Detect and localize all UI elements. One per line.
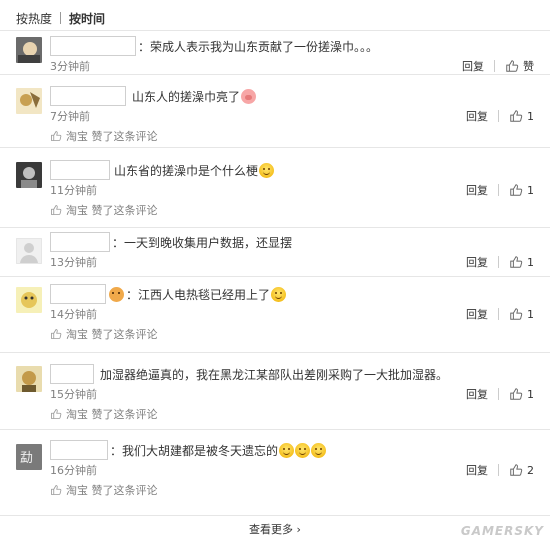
thumbs-up-small-icon — [51, 131, 62, 141]
emoji-pig-icon — [241, 88, 257, 104]
like-button[interactable]: 1 — [509, 307, 534, 321]
comment-time: 14分钟前 — [50, 308, 97, 321]
reply-button[interactable]: 回复 — [466, 254, 488, 270]
thumbs-up-icon — [506, 60, 519, 72]
comment-item: 勐 ：我们大胡建都是被冬天遗忘的 16分钟前 回复 2 淘宝 赞了这条评论 — [0, 429, 550, 515]
like-count: 2 — [527, 463, 534, 477]
emoji-smile-icon — [259, 162, 275, 178]
thumbs-up-small-icon — [51, 205, 62, 215]
emoji-smile-icon — [311, 442, 327, 458]
comment-item: ：荣成人表示我为山东贡献了一份搓澡巾。。。 3分钟前 回复 赞 — [0, 30, 550, 74]
like-count: 1 — [527, 307, 534, 321]
reply-button[interactable]: 回复 — [466, 306, 488, 322]
thumbs-up-icon — [510, 184, 523, 196]
avatar[interactable] — [16, 238, 42, 264]
comment-time: 16分钟前 — [50, 464, 97, 477]
comment-time: 15分钟前 — [50, 388, 97, 401]
reply-button[interactable]: 回复 — [466, 108, 488, 124]
comment-text: 加湿器绝逼真的，我在黑龙江某部队出差刚采购了一大批加湿器。 — [100, 367, 449, 382]
liked-by-text: 淘宝 赞了这条评论 — [66, 130, 158, 143]
liked-by: 淘宝 赞了这条评论 — [50, 128, 534, 144]
thumbs-up-small-icon — [51, 485, 62, 495]
comment-item: ：一天到晚收集用户数据，还显摆 13分钟前 回复 1 — [0, 227, 550, 276]
watermark: GAMERSKY — [460, 524, 544, 538]
liked-by: 淘宝 赞了这条评论 — [50, 202, 534, 218]
thumbs-up-icon — [510, 388, 523, 400]
username-box[interactable] — [50, 86, 126, 106]
comment-text: 山东省的搓澡巾是个什么梗 — [114, 163, 259, 178]
username-box[interactable] — [50, 440, 108, 460]
reply-button[interactable]: 回复 — [466, 462, 488, 478]
comment-item: ：江西人电热毯已经用上了 14分钟前 回复 1 淘宝 赞了这条评论 — [0, 276, 550, 352]
thumbs-up-icon — [510, 110, 523, 122]
svg-text:勐: 勐 — [20, 451, 33, 466]
avatar[interactable] — [16, 88, 42, 114]
like-count: 1 — [527, 183, 534, 197]
avatar[interactable] — [16, 366, 42, 392]
comment-time: 7分钟前 — [50, 110, 90, 123]
sort-by-hot[interactable]: 按热度 — [16, 10, 52, 27]
comment-item: 山东省的搓澡巾是个什么梗 11分钟前 回复 1 淘宝 赞了这条评论 — [0, 147, 550, 227]
like-button[interactable]: 赞 — [505, 58, 534, 74]
emoji-smile-icon — [295, 442, 311, 458]
username-box[interactable] — [50, 232, 110, 252]
liked-by-text: 淘宝 赞了这条评论 — [66, 204, 158, 217]
like-count: 1 — [527, 255, 534, 269]
liked-by-text: 淘宝 赞了这条评论 — [66, 408, 158, 421]
liked-by: 淘宝 赞了这条评论 — [50, 482, 534, 498]
comment-text: ：我们大胡建都是被冬天遗忘的 — [110, 443, 279, 458]
like-count: 赞 — [523, 60, 534, 73]
liked-by: 淘宝 赞了这条评论 — [50, 326, 534, 342]
reply-button[interactable]: 回复 — [466, 182, 488, 198]
sort-by-time[interactable]: 按时间 — [69, 10, 105, 27]
emoji-cat-icon — [109, 286, 124, 302]
comment-time: 13分钟前 — [50, 256, 97, 269]
liked-by: 淘宝 赞了这条评论 — [50, 406, 534, 422]
avatar[interactable] — [16, 287, 42, 313]
comment-text: ：荣成人表示我为山东贡献了一份搓澡巾。。。 — [138, 39, 379, 54]
liked-by-text: 淘宝 赞了这条评论 — [66, 484, 158, 497]
comment-item: 山东人的搓澡巾亮了 7分钟前 回复 1 淘宝 赞了这条评论 — [0, 74, 550, 147]
comment-list: ：荣成人表示我为山东贡献了一份搓澡巾。。。 3分钟前 回复 赞 山东人的搓澡巾亮… — [0, 30, 550, 515]
thumbs-up-small-icon — [51, 329, 62, 339]
avatar[interactable] — [16, 162, 42, 188]
thumbs-up-icon — [510, 256, 523, 268]
like-button[interactable]: 1 — [509, 255, 534, 269]
comment-item: 加湿器绝逼真的，我在黑龙江某部队出差刚采购了一大批加湿器。 15分钟前 回复 1… — [0, 352, 550, 429]
thumbs-up-icon — [510, 464, 523, 476]
thumbs-up-icon — [510, 308, 523, 320]
username-box[interactable] — [50, 36, 136, 56]
liked-by-text: 淘宝 赞了这条评论 — [66, 328, 158, 341]
like-button[interactable]: 1 — [509, 109, 534, 123]
like-count: 1 — [527, 387, 534, 401]
comment-text: 山东人的搓澡巾亮了 — [132, 89, 241, 104]
avatar[interactable] — [16, 37, 42, 63]
like-count: 1 — [527, 109, 534, 123]
comment-time: 11分钟前 — [50, 184, 97, 197]
avatar[interactable]: 勐 — [16, 444, 42, 470]
like-button[interactable]: 1 — [509, 387, 534, 401]
like-button[interactable]: 1 — [509, 183, 534, 197]
view-more-link[interactable]: 查看更多 › — [249, 521, 301, 537]
username-box[interactable] — [50, 364, 94, 384]
sort-divider — [60, 12, 62, 24]
comment-text: ：江西人电热毯已经用上了 — [126, 287, 271, 302]
emoji-smile-icon — [279, 442, 295, 458]
sort-bar: 按热度 按时间 — [16, 10, 105, 26]
comment-time: 3分钟前 — [50, 60, 90, 73]
thumbs-up-small-icon — [51, 409, 62, 419]
comment-text: ：一天到晚收集用户数据，还显摆 — [112, 235, 293, 250]
like-button[interactable]: 2 — [509, 463, 534, 477]
username-box[interactable] — [50, 160, 110, 180]
reply-button[interactable]: 回复 — [462, 58, 484, 74]
emoji-laugh-icon — [271, 286, 287, 302]
username-box[interactable] — [50, 284, 106, 304]
reply-button[interactable]: 回复 — [466, 386, 488, 402]
